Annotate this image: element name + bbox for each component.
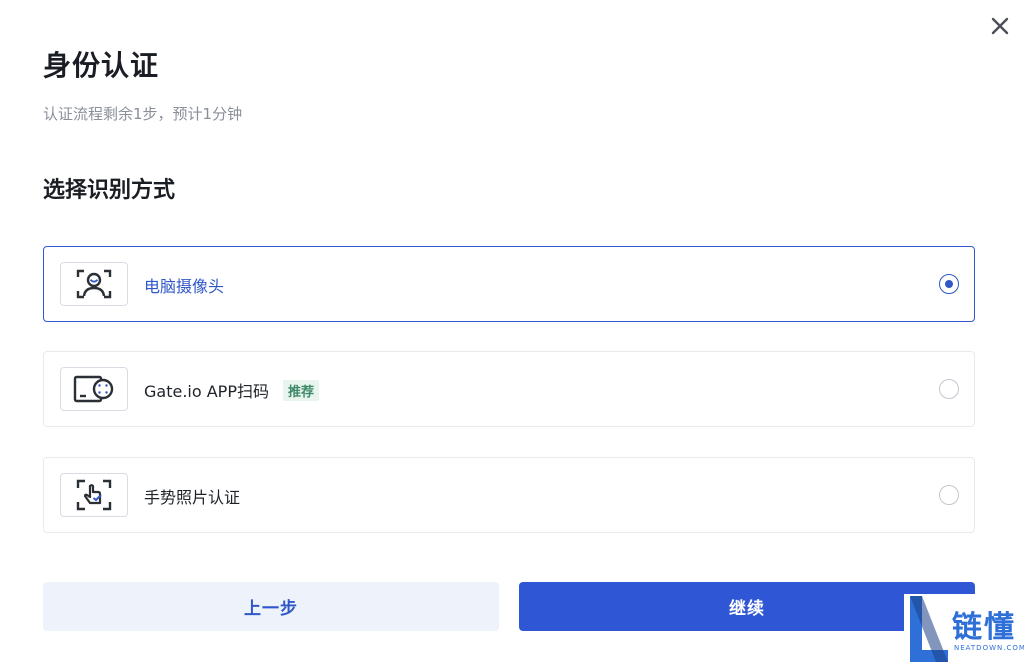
option-gesture-photo[interactable]: 手势照片认证 — [43, 457, 975, 533]
gesture-photo-icon — [60, 473, 128, 517]
close-icon — [991, 17, 1009, 35]
watermark-logo-icon — [910, 596, 948, 662]
previous-step-button[interactable]: 上一步 — [43, 582, 499, 631]
option-label: 电脑摄像头 — [144, 277, 225, 296]
option-computer-camera[interactable]: 电脑摄像头 — [43, 246, 975, 322]
option-label-text: Gate.io APP扫码 — [144, 382, 269, 401]
watermark-text: 链懂 — [952, 610, 1016, 645]
section-title: 选择识别方式 — [43, 178, 176, 203]
radio-button[interactable] — [939, 274, 959, 294]
dialog-title: 身份认证 — [43, 49, 160, 82]
option-label: 手势照片认证 — [144, 488, 241, 507]
watermark-subtext: NEATDOWN.COM — [954, 644, 1024, 652]
dialog-subtitle: 认证流程剩余1步，预计1分钟 — [43, 105, 243, 123]
option-label: Gate.io APP扫码 推荐 — [144, 378, 319, 402]
face-scan-icon — [60, 262, 128, 306]
close-button[interactable] — [986, 12, 1014, 40]
phone-scan-icon — [60, 367, 128, 411]
option-app-scan[interactable]: Gate.io APP扫码 推荐 — [43, 351, 975, 427]
watermark-logo: 链懂 NEATDOWN.COM — [904, 594, 1024, 664]
recommend-badge: 推荐 — [282, 380, 319, 401]
radio-button[interactable] — [939, 379, 959, 399]
radio-button[interactable] — [939, 485, 959, 505]
